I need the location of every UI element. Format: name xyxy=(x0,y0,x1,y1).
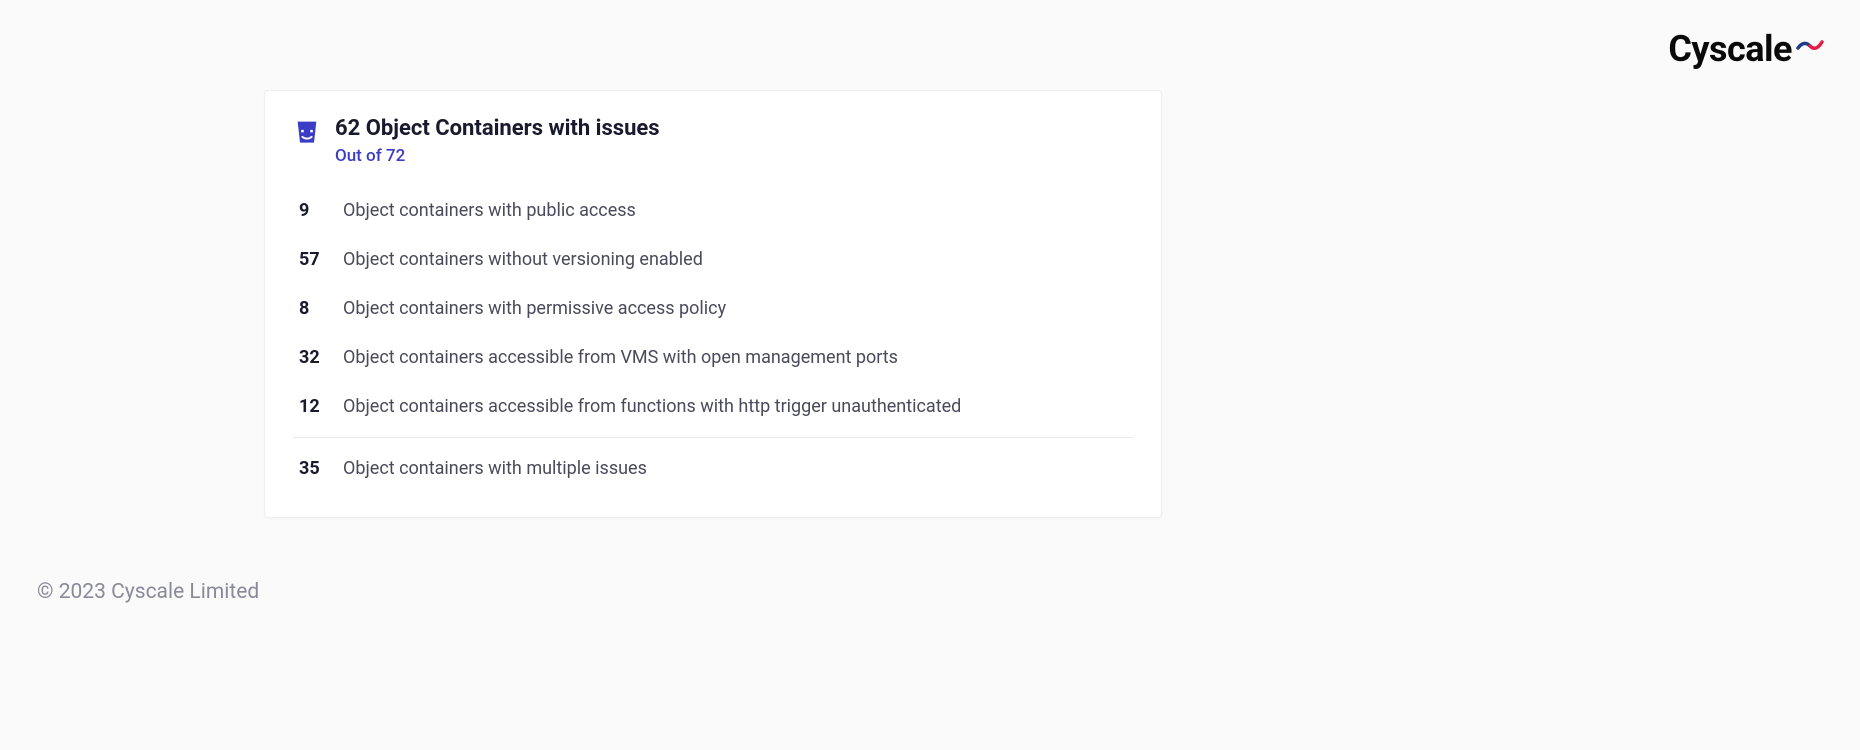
issue-row[interactable]: 9 Object containers with public access xyxy=(293,186,1133,235)
issue-count: 57 xyxy=(299,249,343,270)
brand-mark-icon xyxy=(1796,36,1824,54)
issue-count: 9 xyxy=(299,200,343,221)
issue-label: Object containers with public access xyxy=(343,200,636,221)
issue-count: 32 xyxy=(299,347,343,368)
issue-label: Object containers with permissive access… xyxy=(343,298,726,319)
divider xyxy=(293,437,1133,438)
card-title-block: 62 Object Containers with issues Out of … xyxy=(335,115,660,166)
summary-row[interactable]: 35 Object containers with multiple issue… xyxy=(293,444,1133,493)
issue-label: Object containers without versioning ena… xyxy=(343,249,703,270)
issue-label: Object containers with multiple issues xyxy=(343,458,647,479)
issue-row[interactable]: 12 Object containers accessible from fun… xyxy=(293,382,1133,431)
footer-copyright: © 2023 Cyscale Limited xyxy=(37,580,259,604)
issue-count: 12 xyxy=(299,396,343,417)
card-title: 62 Object Containers with issues xyxy=(335,115,660,144)
bucket-icon xyxy=(293,117,321,145)
issue-label: Object containers accessible from VMS wi… xyxy=(343,347,898,368)
issue-row[interactable]: 57 Object containers without versioning … xyxy=(293,235,1133,284)
issue-row[interactable]: 8 Object containers with permissive acce… xyxy=(293,284,1133,333)
brand-logo: Cyscale xyxy=(1668,28,1824,70)
issue-label: Object containers accessible from functi… xyxy=(343,396,961,417)
issue-count: 8 xyxy=(299,298,343,319)
issues-card: 62 Object Containers with issues Out of … xyxy=(264,90,1162,518)
issues-list: 9 Object containers with public access 5… xyxy=(293,186,1133,493)
card-header: 62 Object Containers with issues Out of … xyxy=(293,115,1133,166)
brand-name: Cyscale xyxy=(1668,28,1792,70)
issue-row[interactable]: 32 Object containers accessible from VMS… xyxy=(293,333,1133,382)
card-subtitle: Out of 72 xyxy=(335,146,660,166)
issue-count: 35 xyxy=(299,458,343,479)
